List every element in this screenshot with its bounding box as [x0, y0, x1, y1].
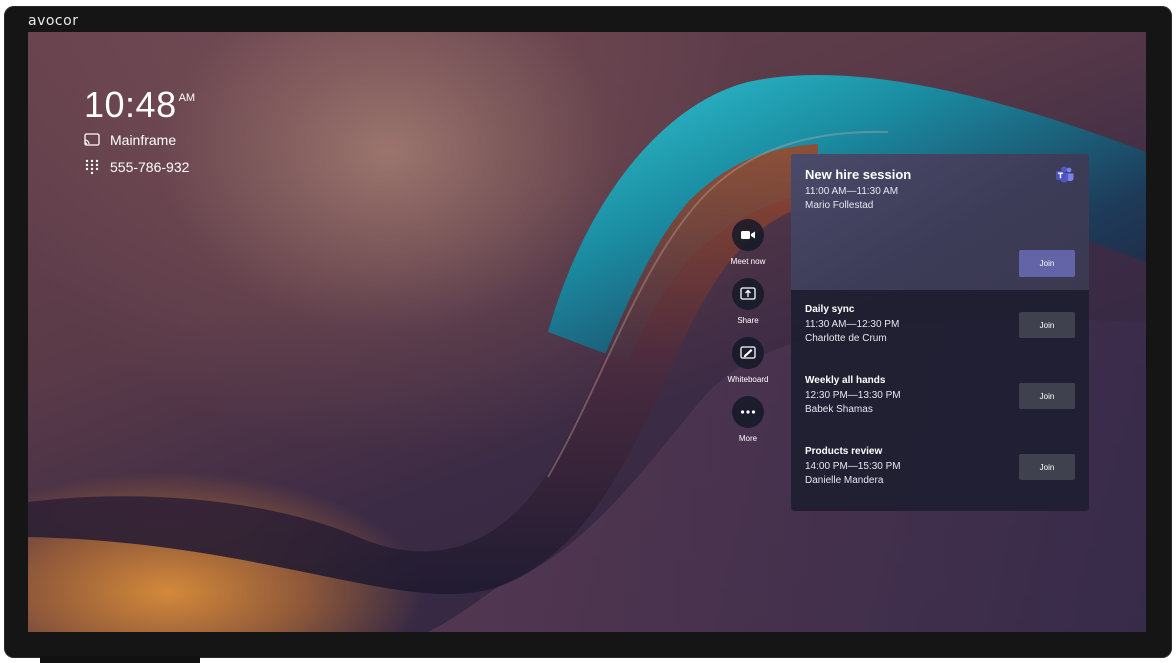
more-icon — [740, 410, 756, 414]
room-info: Mainframe — [84, 132, 176, 148]
join-button[interactable]: Join — [1019, 383, 1075, 409]
more-button[interactable]: More — [720, 396, 776, 455]
meet-now-button[interactable]: Meet now — [720, 219, 776, 278]
meetings-panel: New hire session 11:00 AM—11:30 AM Mario… — [791, 154, 1089, 511]
home-screen: 10:48 AM Mainframe 555-786-932 Meet now … — [28, 32, 1146, 632]
join-button[interactable]: Join — [1019, 454, 1075, 480]
meeting-host: Danielle Mandera — [805, 475, 884, 486]
meeting-item[interactable]: Weekly all hands 12:30 PM—13:30 PM Babek… — [791, 361, 1089, 432]
more-circle[interactable] — [732, 396, 764, 428]
phone-number: 555-786-932 — [110, 159, 190, 175]
clock-ampm: AM — [178, 92, 196, 104]
meeting-time: 14:00 PM—15:30 PM — [805, 461, 901, 472]
display-stand — [40, 656, 200, 663]
featured-meeting-host: Mario Follestad — [805, 200, 874, 211]
clock: 10:48 AM — [84, 84, 195, 126]
meeting-title: Daily sync — [805, 304, 855, 315]
dialpad-icon — [85, 159, 99, 175]
share-button[interactable]: Share — [720, 278, 776, 337]
phone-info: 555-786-932 — [84, 159, 189, 175]
whiteboard-icon — [740, 346, 756, 359]
whiteboard-button[interactable]: Whiteboard — [720, 337, 776, 396]
meet-now-label: Meet now — [730, 257, 766, 266]
share-label: Share — [737, 316, 759, 325]
featured-meeting-title: New hire session — [805, 167, 912, 182]
brand-logo: avocor — [28, 13, 79, 29]
whiteboard-circle[interactable] — [732, 337, 764, 369]
meet-now-circle[interactable] — [732, 219, 764, 251]
cast-icon — [84, 133, 100, 146]
teams-icon — [1056, 166, 1074, 183]
meeting-host: Charlotte de Crum — [805, 333, 887, 344]
meeting-item[interactable]: Daily sync 11:30 AM—12:30 PM Charlotte d… — [791, 290, 1089, 361]
video-camera-icon — [741, 231, 755, 239]
meeting-title: Weekly all hands — [805, 375, 886, 386]
more-label: More — [738, 434, 758, 443]
meeting-time: 11:30 AM—12:30 PM — [805, 319, 900, 330]
meeting-item[interactable]: Products review 14:00 PM—15:30 PM Daniel… — [791, 432, 1089, 503]
featured-meeting-card[interactable]: New hire session 11:00 AM—11:30 AM Mario… — [791, 154, 1089, 290]
quick-actions: Meet now Share Whiteboard More — [720, 219, 776, 455]
featured-meeting-time: 11:00 AM—11:30 AM — [805, 186, 899, 197]
join-button[interactable]: Join — [1019, 312, 1075, 338]
meeting-time: 12:30 PM—13:30 PM — [805, 390, 901, 401]
share-circle[interactable] — [732, 278, 764, 310]
clock-time: 10:48 — [84, 84, 177, 125]
meeting-title: Products review — [805, 446, 883, 457]
meeting-host: Babek Shamas — [805, 404, 873, 415]
featured-join-button[interactable]: Join — [1019, 250, 1075, 277]
share-screen-icon — [740, 287, 756, 300]
room-name: Mainframe — [110, 132, 177, 148]
whiteboard-label: Whiteboard — [727, 375, 769, 384]
